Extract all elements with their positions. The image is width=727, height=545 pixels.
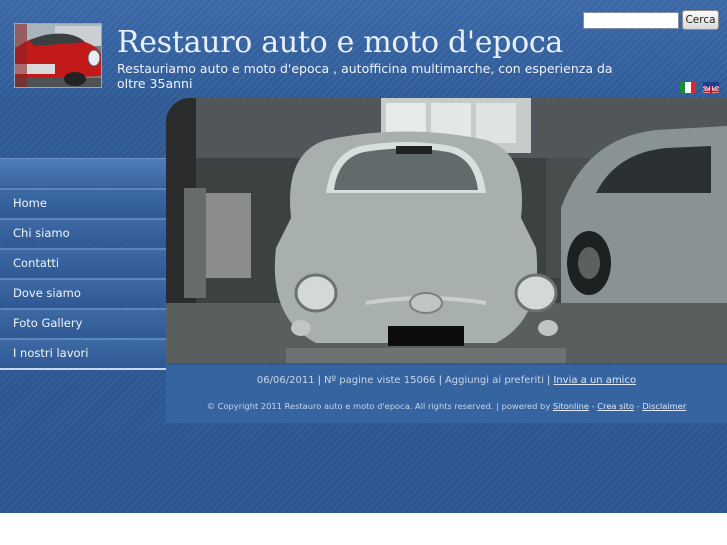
copyright-text: © Copyright 2011 Restauro auto e moto d'…	[206, 401, 551, 411]
date-text: 06/06/2011	[256, 375, 315, 386]
link-separator: -	[591, 401, 595, 411]
separator: |	[317, 375, 321, 386]
uk-flag-icon[interactable]	[703, 82, 719, 93]
sitonline-link[interactable]: Sitonline	[553, 401, 589, 411]
italy-flag-icon[interactable]	[680, 82, 696, 93]
site-title[interactable]: Restauro auto e moto d'epoca	[117, 25, 563, 60]
crea-sito-link[interactable]: Crea sito	[597, 401, 634, 411]
search-button[interactable]: Cerca	[682, 10, 719, 30]
nav-item-home[interactable]: Home	[0, 188, 166, 216]
nav-item-chi-siamo[interactable]: Chi siamo	[0, 218, 166, 246]
nav-item-foto-gallery[interactable]: Foto Gallery	[0, 308, 166, 336]
nav-item-dove-siamo[interactable]: Dove siamo	[0, 278, 166, 306]
stats-bar: 06/06/2011 | Nº pagine viste 15066 | Aggiung…	[166, 375, 727, 386]
add-favorites-link[interactable]: Aggiungi ai preferiti	[445, 375, 544, 386]
nav-item-i-nostri-lavori[interactable]: I nostri lavori	[0, 338, 166, 366]
disclaimer-link[interactable]: Disclaimer	[642, 401, 686, 411]
logo-photo	[14, 23, 102, 88]
nav-item-contatti[interactable]: Contatti	[0, 248, 166, 276]
sidebar: Home Chi siamo Contatti Dove siamo Foto …	[0, 98, 166, 513]
separator: |	[438, 375, 442, 386]
separator: |	[546, 375, 551, 386]
header: Restauro auto e moto d'epoca Restauriamo…	[0, 0, 727, 98]
invite-friend-link[interactable]: Invia a un amico	[553, 375, 636, 386]
page-views-text: Nº pagine viste 15066	[323, 375, 436, 386]
sidebar-band	[0, 158, 166, 187]
hero-image	[166, 98, 727, 363]
main-nav: Home Chi siamo Contatti Dove siamo Foto …	[0, 188, 166, 370]
footer-panel: 06/06/2011 | Nº pagine viste 15066 | Aggiung…	[166, 365, 727, 423]
nav-divider	[0, 368, 166, 370]
site-subtitle: Restauriamo auto e moto d'epoca , autoff…	[117, 61, 613, 91]
copyright: © Copyright 2011 Restauro auto e moto d'…	[166, 401, 727, 411]
page: Restauro auto e moto d'epoca Restauriamo…	[0, 0, 727, 513]
search-input[interactable]	[583, 12, 679, 29]
link-separator: -	[636, 401, 640, 411]
